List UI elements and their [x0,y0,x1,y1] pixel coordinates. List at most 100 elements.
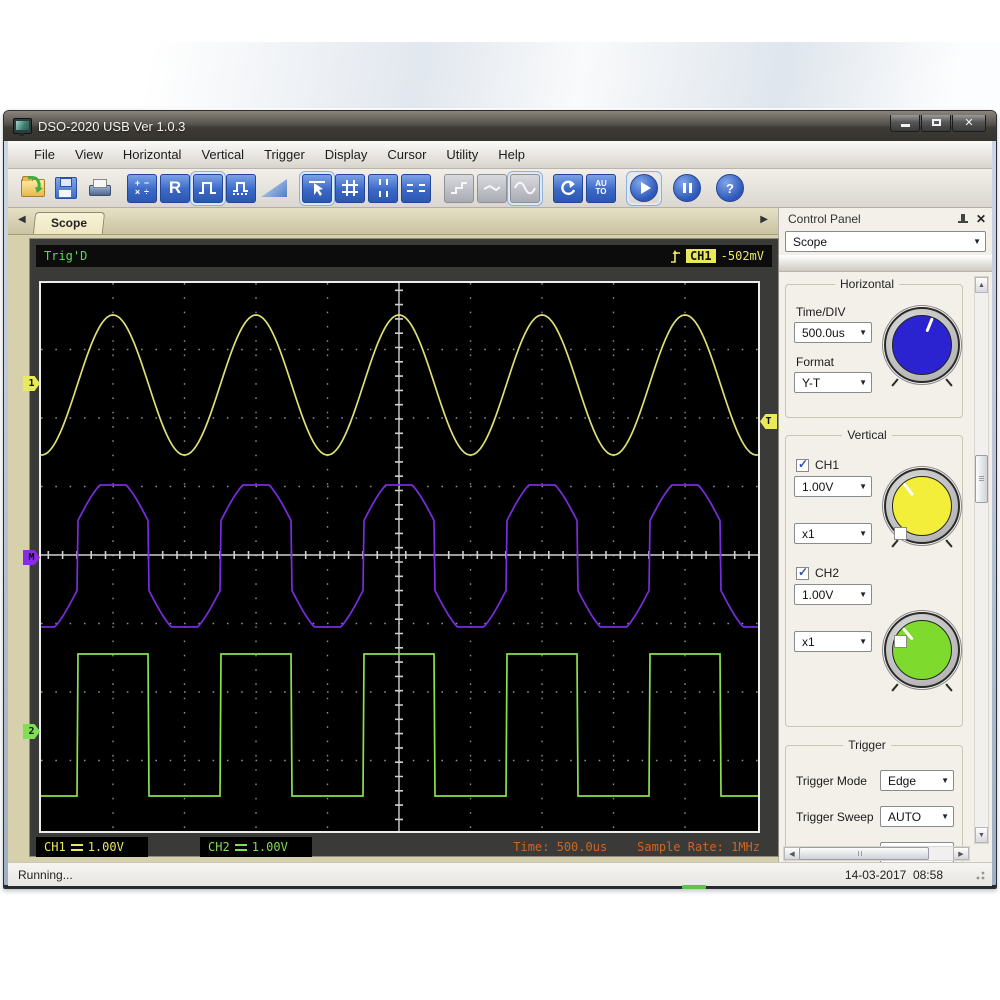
ch2-position-knob[interactable] [884,612,960,688]
ch2-enable-checkbox[interactable] [796,567,809,580]
grid-button[interactable] [335,174,365,203]
waveform-screen: 1 M 2 T [39,281,760,833]
trigger-level-marker[interactable]: T [760,414,777,429]
panel-vertical-scrollbar[interactable]: ▲ ▼ [974,276,989,844]
horizontal-group: Horizontal Time/DIV 500.0us▼ Format Y-T▼ [785,284,963,418]
scroll-down-icon[interactable]: ▼ [975,827,988,843]
pause-icon [673,174,701,202]
ch1-enable-checkbox[interactable] [796,459,809,472]
ch1-probe-select[interactable]: x1▼ [794,523,872,544]
pointer-icon [307,179,327,198]
rising-edge-icon [670,249,681,264]
scroll-right-icon[interactable]: ▶ [953,847,969,860]
maximize-icon [932,119,941,126]
scroll-thumb[interactable] [975,455,988,503]
resize-grip[interactable] [973,868,986,881]
menu-cursor[interactable]: Cursor [377,144,436,165]
scroll-thumb-horizontal[interactable] [799,847,929,860]
step-interpolation-button[interactable] [444,174,474,203]
ramp-button[interactable] [259,174,289,203]
reference-button[interactable]: R [160,174,190,203]
pointer-button[interactable] [302,174,332,203]
menu-view[interactable]: View [65,144,113,165]
math-operations-button[interactable]: +− ×÷ [127,174,157,203]
open-file-button[interactable] [18,174,48,203]
linear-interpolation-button[interactable] [477,174,507,203]
ch2-scale-select[interactable]: 1.00V▼ [794,584,872,605]
dc-coupling-icon [71,843,83,852]
app-window: DSO-2020 USB Ver 1.0.3 ✕ File View Horiz… [3,110,997,889]
ch1-label: CH1 [815,458,839,472]
minimize-button[interactable] [890,115,920,132]
horizontal-cursors-icon [407,184,425,192]
ch2-position-marker[interactable]: 2 [23,724,40,739]
desktop: DSO-2020 USB Ver 1.0.3 ✕ File View Horiz… [0,0,1000,1000]
sine-interpolation-icon [514,179,536,197]
ch1-position-marker[interactable]: 1 [23,376,40,391]
menu-help[interactable]: Help [488,144,535,165]
tab-scroll-left-icon[interactable]: ◀ [18,214,26,225]
timebase-readout: Time: 500.0us [513,840,607,854]
ch2-probe-select[interactable]: x1▼ [794,631,872,652]
ramp-icon [261,179,287,197]
close-button[interactable]: ✕ [952,115,986,132]
print-button[interactable] [84,174,114,203]
panel-horizontal-scrollbar[interactable]: ◀ ▶ [783,846,970,861]
ch2-readout: CH2 1.00V [200,837,312,857]
control-panel-header: Control Panel ✕ [779,208,992,230]
menu-utility[interactable]: Utility [436,144,488,165]
pulse-capture-button[interactable] [193,174,223,203]
ch1-readout: CH1 1.00V [36,837,148,857]
workspace: ◀ Scope ▶ Trig'D CH1 -502mV [8,208,778,862]
timebase-knob[interactable] [884,307,960,383]
title-bar[interactable]: DSO-2020 USB Ver 1.0.3 ✕ [4,111,996,141]
scroll-left-icon[interactable]: ◀ [784,847,800,860]
menu-vertical[interactable]: Vertical [191,144,254,165]
trigger-readout: CH1 -502mV [670,249,764,264]
menu-trigger[interactable]: Trigger [254,144,315,165]
panel-divider [779,255,992,272]
help-button[interactable]: ? [715,174,745,203]
linear-interpolation-icon [482,179,502,197]
ch1-scale-select[interactable]: 1.00V▼ [794,476,872,497]
format-select[interactable]: Y-T▼ [794,372,872,393]
menu-display[interactable]: Display [315,144,378,165]
trigger-sweep-select[interactable]: AUTO▼ [880,806,954,827]
waveform-svg [41,283,758,831]
run-button[interactable] [629,174,659,203]
panel-close-icon[interactable]: ✕ [976,212,986,226]
panel-mode-select[interactable]: Scope▼ [785,231,986,252]
sine-interpolation-button[interactable] [510,174,540,203]
reference-icon: R [169,178,181,198]
vertical-cursors-icon [379,179,388,197]
time-div-select[interactable]: 500.0us▼ [794,322,872,343]
vertical-group: Vertical CH1 1.00V▼ x1▼ [785,435,963,727]
vertical-cursors-button[interactable] [368,174,398,203]
math-operations-icon: +− ×÷ [133,179,151,197]
background-blur [0,42,1000,108]
status-led [682,885,706,889]
pulse-fine-button[interactable] [226,174,256,203]
ch2-invert-checkbox[interactable] [894,635,907,648]
save-icon [55,177,77,199]
auto-setup-button[interactable]: AUTO [586,174,616,203]
open-file-icon [21,179,45,197]
trigger-level-value: -502mV [721,249,764,263]
horizontal-cursors-button[interactable] [401,174,431,203]
tab-scroll-right-icon[interactable]: ▶ [760,214,768,225]
refresh-button[interactable] [553,174,583,203]
menu-horizontal[interactable]: Horizontal [113,144,192,165]
trigger-mode-select[interactable]: Edge▼ [880,770,954,791]
maximize-button[interactable] [921,115,951,132]
menu-file[interactable]: File [24,144,65,165]
status-datetime: 14-03-2017 08:58 [845,868,943,882]
ch1-invert-checkbox[interactable] [894,527,907,540]
pause-button[interactable] [672,174,702,203]
scroll-up-icon[interactable]: ▲ [975,277,988,293]
sample-rate-readout: Sample Rate: 1MHz [637,840,760,854]
save-button[interactable] [51,174,81,203]
tab-scope[interactable]: Scope [33,212,105,234]
pin-icon[interactable] [958,213,968,225]
control-panel: Control Panel ✕ Scope▼ Horizontal Time/D… [778,208,992,862]
math-position-marker[interactable]: M [23,550,40,565]
